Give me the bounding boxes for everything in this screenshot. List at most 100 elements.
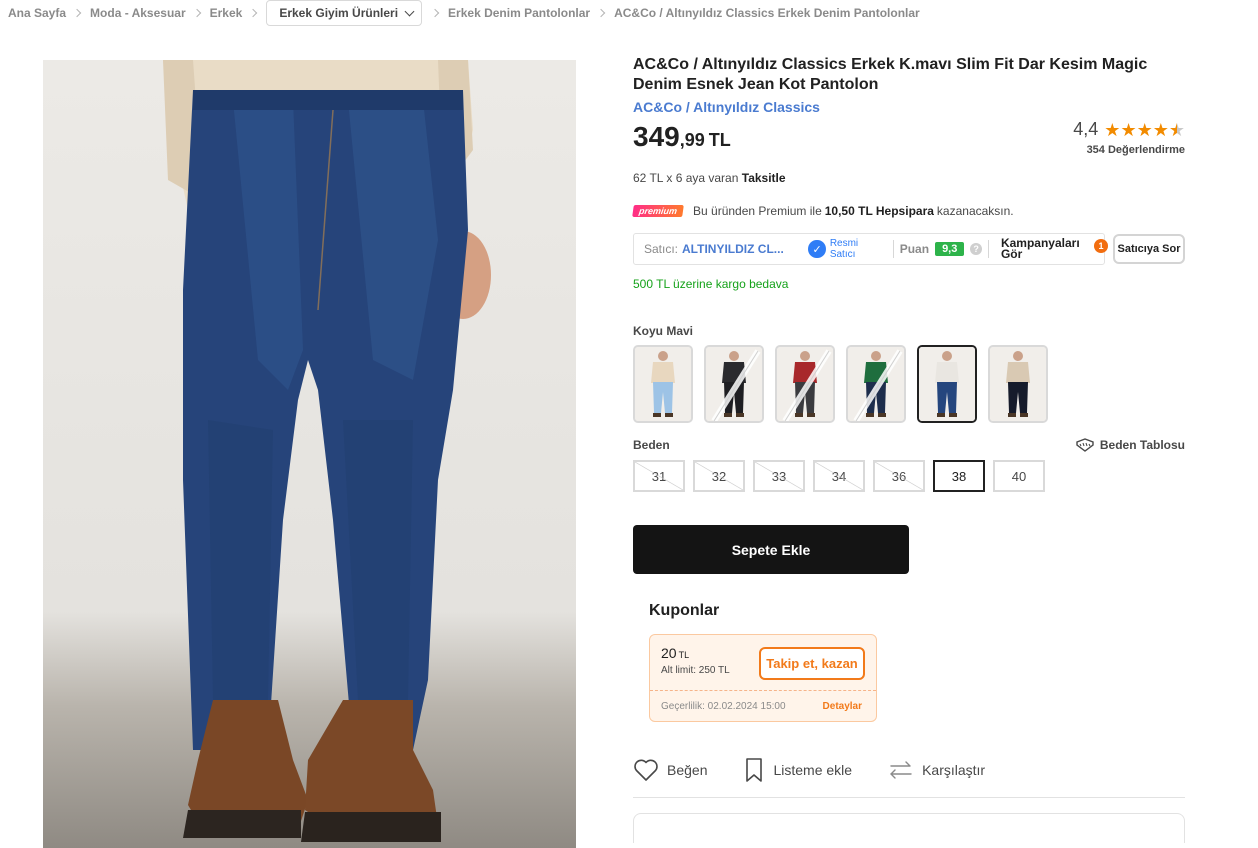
size-option-36[interactable]: 36 <box>873 460 925 492</box>
variant-thumbnail <box>919 347 975 421</box>
half-star-icon: ★ <box>1168 119 1185 140</box>
rating-count[interactable]: 354 Değerlendirme <box>1073 144 1185 156</box>
premium-text-2: kazanacaksın. <box>936 204 1014 218</box>
coupon-validity: Geçerlilik: 02.02.2024 15:00 <box>661 701 786 712</box>
rating-block[interactable]: 4,4 ★ ★ ★ ★ ★ 354 Değerlendirme <box>1073 119 1185 156</box>
breadcrumb-item-men[interactable]: Erkek <box>210 6 243 20</box>
official-seller-label: Resmi Satıcı <box>829 238 859 260</box>
seller-name-link[interactable]: ALTINYILDIZ CL... <box>682 242 796 256</box>
compare-button[interactable]: Karşılaştır <box>888 761 985 779</box>
coupons-title: Kuponlar <box>649 602 720 619</box>
installment-text: 62 TL x 6 aya varan <box>633 171 739 185</box>
installment-bold: Taksitle <box>741 171 786 185</box>
breadcrumb-item-brand-denim[interactable]: AC&Co / Altınyıldız Classics Erkek Denim… <box>614 6 920 20</box>
breadcrumb-item-home[interactable]: Ana Sayfa <box>8 6 66 20</box>
product-image[interactable] <box>43 60 576 848</box>
breadcrumb-item-denim[interactable]: Erkek Denim Pantolonlar <box>448 6 590 20</box>
divider <box>633 797 1185 798</box>
price-decimal: ,99 <box>679 130 705 150</box>
product-title: AC&Co / Altınyıldız Classics Erkek K.mav… <box>633 56 1148 93</box>
price-currency: TL <box>708 130 731 150</box>
variant-thumbnail <box>777 347 833 421</box>
color-label: Koyu Mavi <box>633 324 694 338</box>
price: 349,99 TL <box>633 121 731 153</box>
chevron-right-icon <box>430 8 440 18</box>
like-button[interactable]: Beğen <box>633 758 707 782</box>
divider <box>892 240 894 258</box>
star-icon: ★ <box>1152 119 1169 140</box>
premium-amount: 10,50 TL Hepsipara <box>824 204 934 218</box>
product-info-panel: AC&Co / Altınyıldız Classics Erkek K.mav… <box>632 55 1185 843</box>
bookmark-icon <box>746 758 763 782</box>
breadcrumb-item-fashion[interactable]: Moda - Aksesuar <box>90 6 186 20</box>
size-option-38[interactable]: 38 <box>933 460 985 492</box>
premium-badge-icon: premium <box>632 205 684 217</box>
breadcrumb-category-dropdown[interactable]: Erkek Giyim Ürünleri <box>266 0 423 26</box>
premium-text-1: Bu üründen Premium ile <box>693 204 822 218</box>
divider <box>987 240 989 258</box>
brand-link[interactable]: AC&Co / Altınyıldız Classics <box>633 97 1185 117</box>
ask-seller-button[interactable]: Satıcıya Sor <box>1113 234 1185 264</box>
price-integer: 349 <box>633 121 680 152</box>
free-shipping-note: 500 TL üzerine kargo bedava <box>633 277 789 291</box>
star-icon: ★ <box>1120 119 1137 140</box>
seller-score-badge: 9,3 <box>935 242 965 256</box>
campaigns-label: Kampanyaları Gör <box>1000 236 1080 261</box>
rating-value: 4,4 <box>1073 119 1099 139</box>
price-row: 349,99 TL 4,4 ★ ★ ★ ★ ★ 354 Değerlendirme <box>633 119 1185 163</box>
ruler-icon <box>1076 438 1094 452</box>
star-icon: ★ <box>1136 119 1153 140</box>
coupon-amount-value: 20 <box>661 645 677 661</box>
campaign-count-badge: 1 <box>1093 239 1108 253</box>
variant-thumbnail <box>848 347 904 421</box>
chevron-right-icon <box>596 8 606 18</box>
breadcrumb-dropdown-label: Erkek Giyim Ürünleri <box>279 6 399 20</box>
size-option-31[interactable]: 31 <box>633 460 685 492</box>
chevron-right-icon <box>72 8 82 18</box>
premium-info: premium Bu üründen Premium ile 10,50 TL … <box>632 203 1185 219</box>
size-option-32[interactable]: 32 <box>693 460 745 492</box>
breadcrumb: Ana Sayfa Moda - Aksesuar Erkek Erkek Gi… <box>8 0 920 26</box>
color-variants <box>633 345 1185 423</box>
color-variant-navy-jeans[interactable] <box>917 345 977 423</box>
coupon-divider <box>650 690 876 691</box>
variant-thumbnail <box>635 347 691 421</box>
variant-thumbnail <box>990 347 1046 421</box>
size-option-33[interactable]: 33 <box>753 460 805 492</box>
add-to-cart-button[interactable]: Sepete Ekle <box>633 525 909 574</box>
campaigns-link[interactable]: Kampanyaları Gör 1 <box>1000 236 1108 261</box>
color-variant-midnight-jeans[interactable] <box>988 345 1048 423</box>
coupon-amount: 20 TL <box>661 645 689 661</box>
size-chart-label: Beden Tablosu <box>1099 438 1185 452</box>
coupon-limit: Alt limit: 250 TL <box>661 665 730 676</box>
color-variant-black-jeans[interactable] <box>704 345 764 423</box>
color-variant-grey-jeans[interactable] <box>775 345 835 423</box>
chevron-down-icon <box>404 6 415 16</box>
coupon-details-link[interactable]: Detaylar <box>823 701 862 712</box>
chevron-right-icon <box>249 8 258 18</box>
add-to-list-label: Listeme ekle <box>773 762 853 778</box>
size-option-40[interactable]: 40 <box>993 460 1045 492</box>
size-options: 31 32 33 34 36 38 40 <box>633 460 1185 492</box>
star-icon: ★ <box>1104 119 1121 140</box>
size-chart-link[interactable]: Beden Tablosu <box>1076 438 1185 452</box>
installment-info: 62 TL x 6 aya varan Taksitle <box>633 171 1185 189</box>
rating-stars: ★ ★ ★ ★ ★ <box>1104 120 1185 140</box>
next-section-box <box>633 813 1185 843</box>
compare-label: Karşılaştır <box>922 762 986 778</box>
jeans-photo <box>163 60 491 842</box>
seller-label: Satıcı: <box>644 242 679 256</box>
coupon-amount-currency: TL <box>678 650 690 660</box>
chevron-right-icon <box>192 8 201 18</box>
product-actions: Beğen Listeme ekle Karşılaştır <box>633 755 1185 785</box>
size-label: Beden <box>633 438 670 452</box>
verified-check-icon: ✓ <box>808 240 826 258</box>
help-icon[interactable]: ? <box>970 243 982 255</box>
size-option-34[interactable]: 34 <box>813 460 865 492</box>
color-variant-light-blue-jeans[interactable] <box>633 345 693 423</box>
follow-and-earn-button[interactable]: Takip et, kazan <box>759 647 865 680</box>
color-variant-dark-blue-jeans[interactable] <box>846 345 906 423</box>
add-to-list-button[interactable]: Listeme ekle <box>743 757 852 783</box>
heart-icon <box>634 759 658 781</box>
variant-thumbnail <box>706 347 762 421</box>
